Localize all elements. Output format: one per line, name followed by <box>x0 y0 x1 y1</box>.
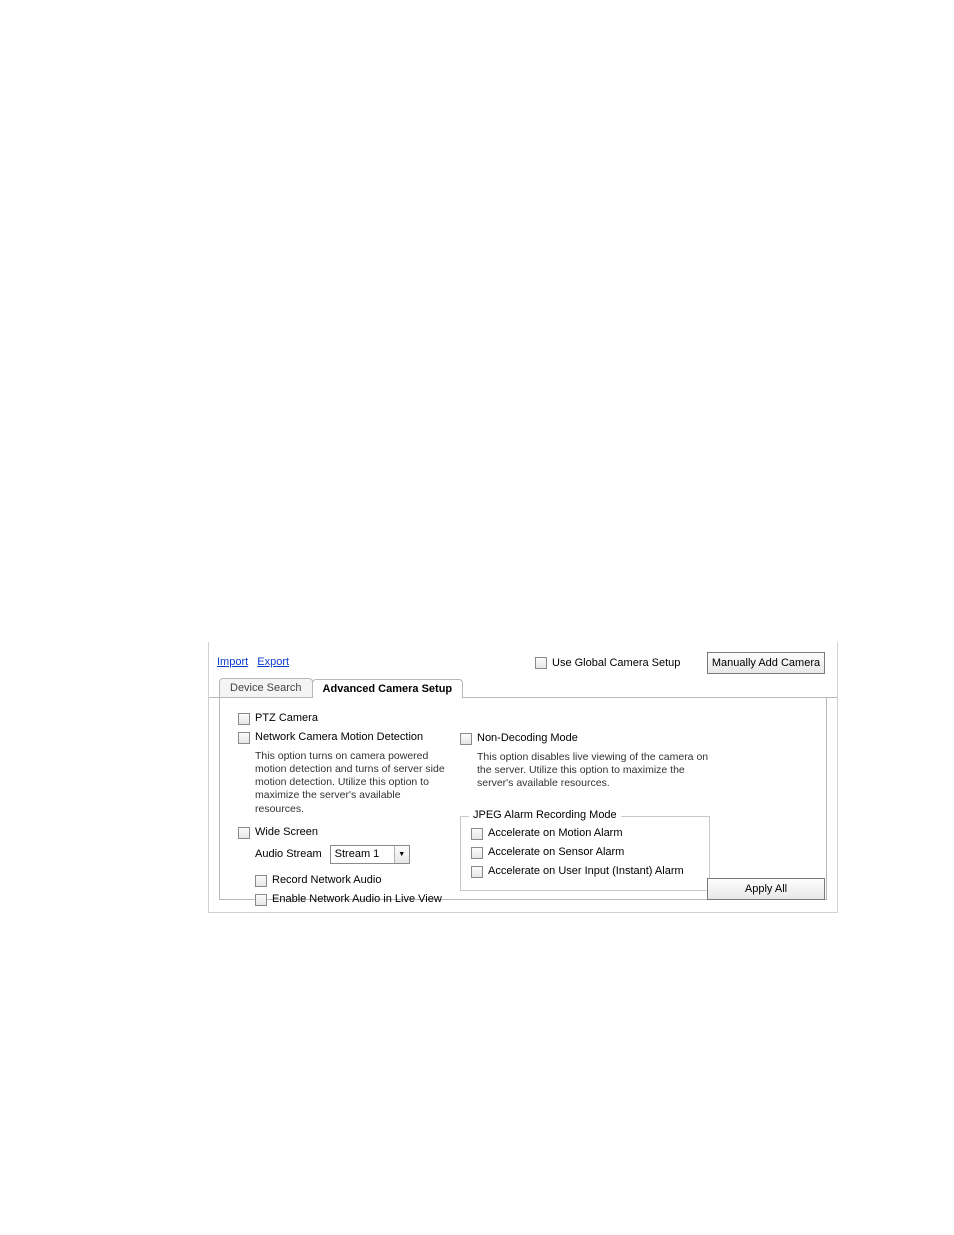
record-network-audio-label: Record Network Audio <box>272 874 381 886</box>
ptz-row: PTZ Camera <box>238 712 448 725</box>
nondecode-row: Non-Decoding Mode <box>460 732 710 745</box>
accelerate-user-input-alarm-checkbox[interactable] <box>471 866 483 878</box>
motion-row: Network Camera Motion Detection <box>238 731 448 744</box>
right-column: Non-Decoding Mode This option disables l… <box>460 732 710 800</box>
network-motion-detection-checkbox[interactable] <box>238 732 250 744</box>
audio-stream-row: Audio Stream Stream 1 ▼ <box>255 845 448 864</box>
use-global-wrap: Use Global Camera Setup <box>535 656 680 669</box>
motion-help-text: This option turns on camera powered moti… <box>255 750 448 816</box>
wide-screen-label: Wide Screen <box>255 826 318 838</box>
tab-advanced-camera-setup[interactable]: Advanced Camera Setup <box>312 679 464 698</box>
jpeg-alarm-title: JPEG Alarm Recording Mode <box>469 809 621 821</box>
audio-stream-select[interactable]: Stream 1 ▼ <box>330 845 410 864</box>
tab-body: PTZ Camera Network Camera Motion Detecti… <box>219 698 827 900</box>
import-export-links: Import Export <box>217 656 295 668</box>
accelerate-motion-alarm-label: Accelerate on Motion Alarm <box>488 827 623 839</box>
use-global-checkbox[interactable] <box>535 657 547 669</box>
accelerate-sensor-alarm-label: Accelerate on Sensor Alarm <box>488 846 624 858</box>
jpeg-alarm-groupbox: JPEG Alarm Recording Mode Accelerate on … <box>460 816 710 891</box>
network-motion-detection-label: Network Camera Motion Detection <box>255 731 423 743</box>
widescreen-row: Wide Screen <box>238 826 448 839</box>
import-link[interactable]: Import <box>217 656 248 668</box>
manually-add-camera-button[interactable]: Manually Add Camera <box>707 652 825 674</box>
non-decoding-label: Non-Decoding Mode <box>477 732 578 744</box>
accelerate-user-input-alarm-label: Accelerate on User Input (Instant) Alarm <box>488 865 684 877</box>
non-decoding-checkbox[interactable] <box>460 733 472 745</box>
enable-network-audio-live-checkbox[interactable] <box>255 894 267 906</box>
enable-network-audio-live-label: Enable Network Audio in Live View <box>272 893 442 905</box>
accelerate-sensor-alarm-checkbox[interactable] <box>471 847 483 859</box>
tabstrip: Device Search Advanced Camera Setup <box>209 678 837 698</box>
accel-motion-row: Accelerate on Motion Alarm <box>471 827 699 840</box>
accel-user-row: Accelerate on User Input (Instant) Alarm <box>471 865 699 878</box>
top-toolbar: Import Export Use Global Camera Setup Ma… <box>209 642 837 678</box>
camera-setup-panel: Import Export Use Global Camera Setup Ma… <box>208 642 838 913</box>
use-global-label: Use Global Camera Setup <box>552 657 680 669</box>
accel-sensor-row: Accelerate on Sensor Alarm <box>471 846 699 859</box>
record-network-audio-checkbox[interactable] <box>255 875 267 887</box>
ptz-camera-checkbox[interactable] <box>238 713 250 725</box>
left-column: PTZ Camera Network Camera Motion Detecti… <box>238 712 448 912</box>
export-link[interactable]: Export <box>257 656 289 668</box>
enable-audio-row: Enable Network Audio in Live View <box>255 893 448 906</box>
record-audio-row: Record Network Audio <box>255 874 448 887</box>
tab-device-search[interactable]: Device Search <box>219 678 313 697</box>
accelerate-motion-alarm-checkbox[interactable] <box>471 828 483 840</box>
nondecode-help-text: This option disables live viewing of the… <box>477 751 710 790</box>
apply-all-button[interactable]: Apply All <box>707 878 825 900</box>
audio-stream-value: Stream 1 <box>335 848 380 860</box>
audio-stream-label: Audio Stream <box>255 848 322 860</box>
chevron-down-icon: ▼ <box>394 846 409 863</box>
ptz-camera-label: PTZ Camera <box>255 712 318 724</box>
wide-screen-checkbox[interactable] <box>238 827 250 839</box>
